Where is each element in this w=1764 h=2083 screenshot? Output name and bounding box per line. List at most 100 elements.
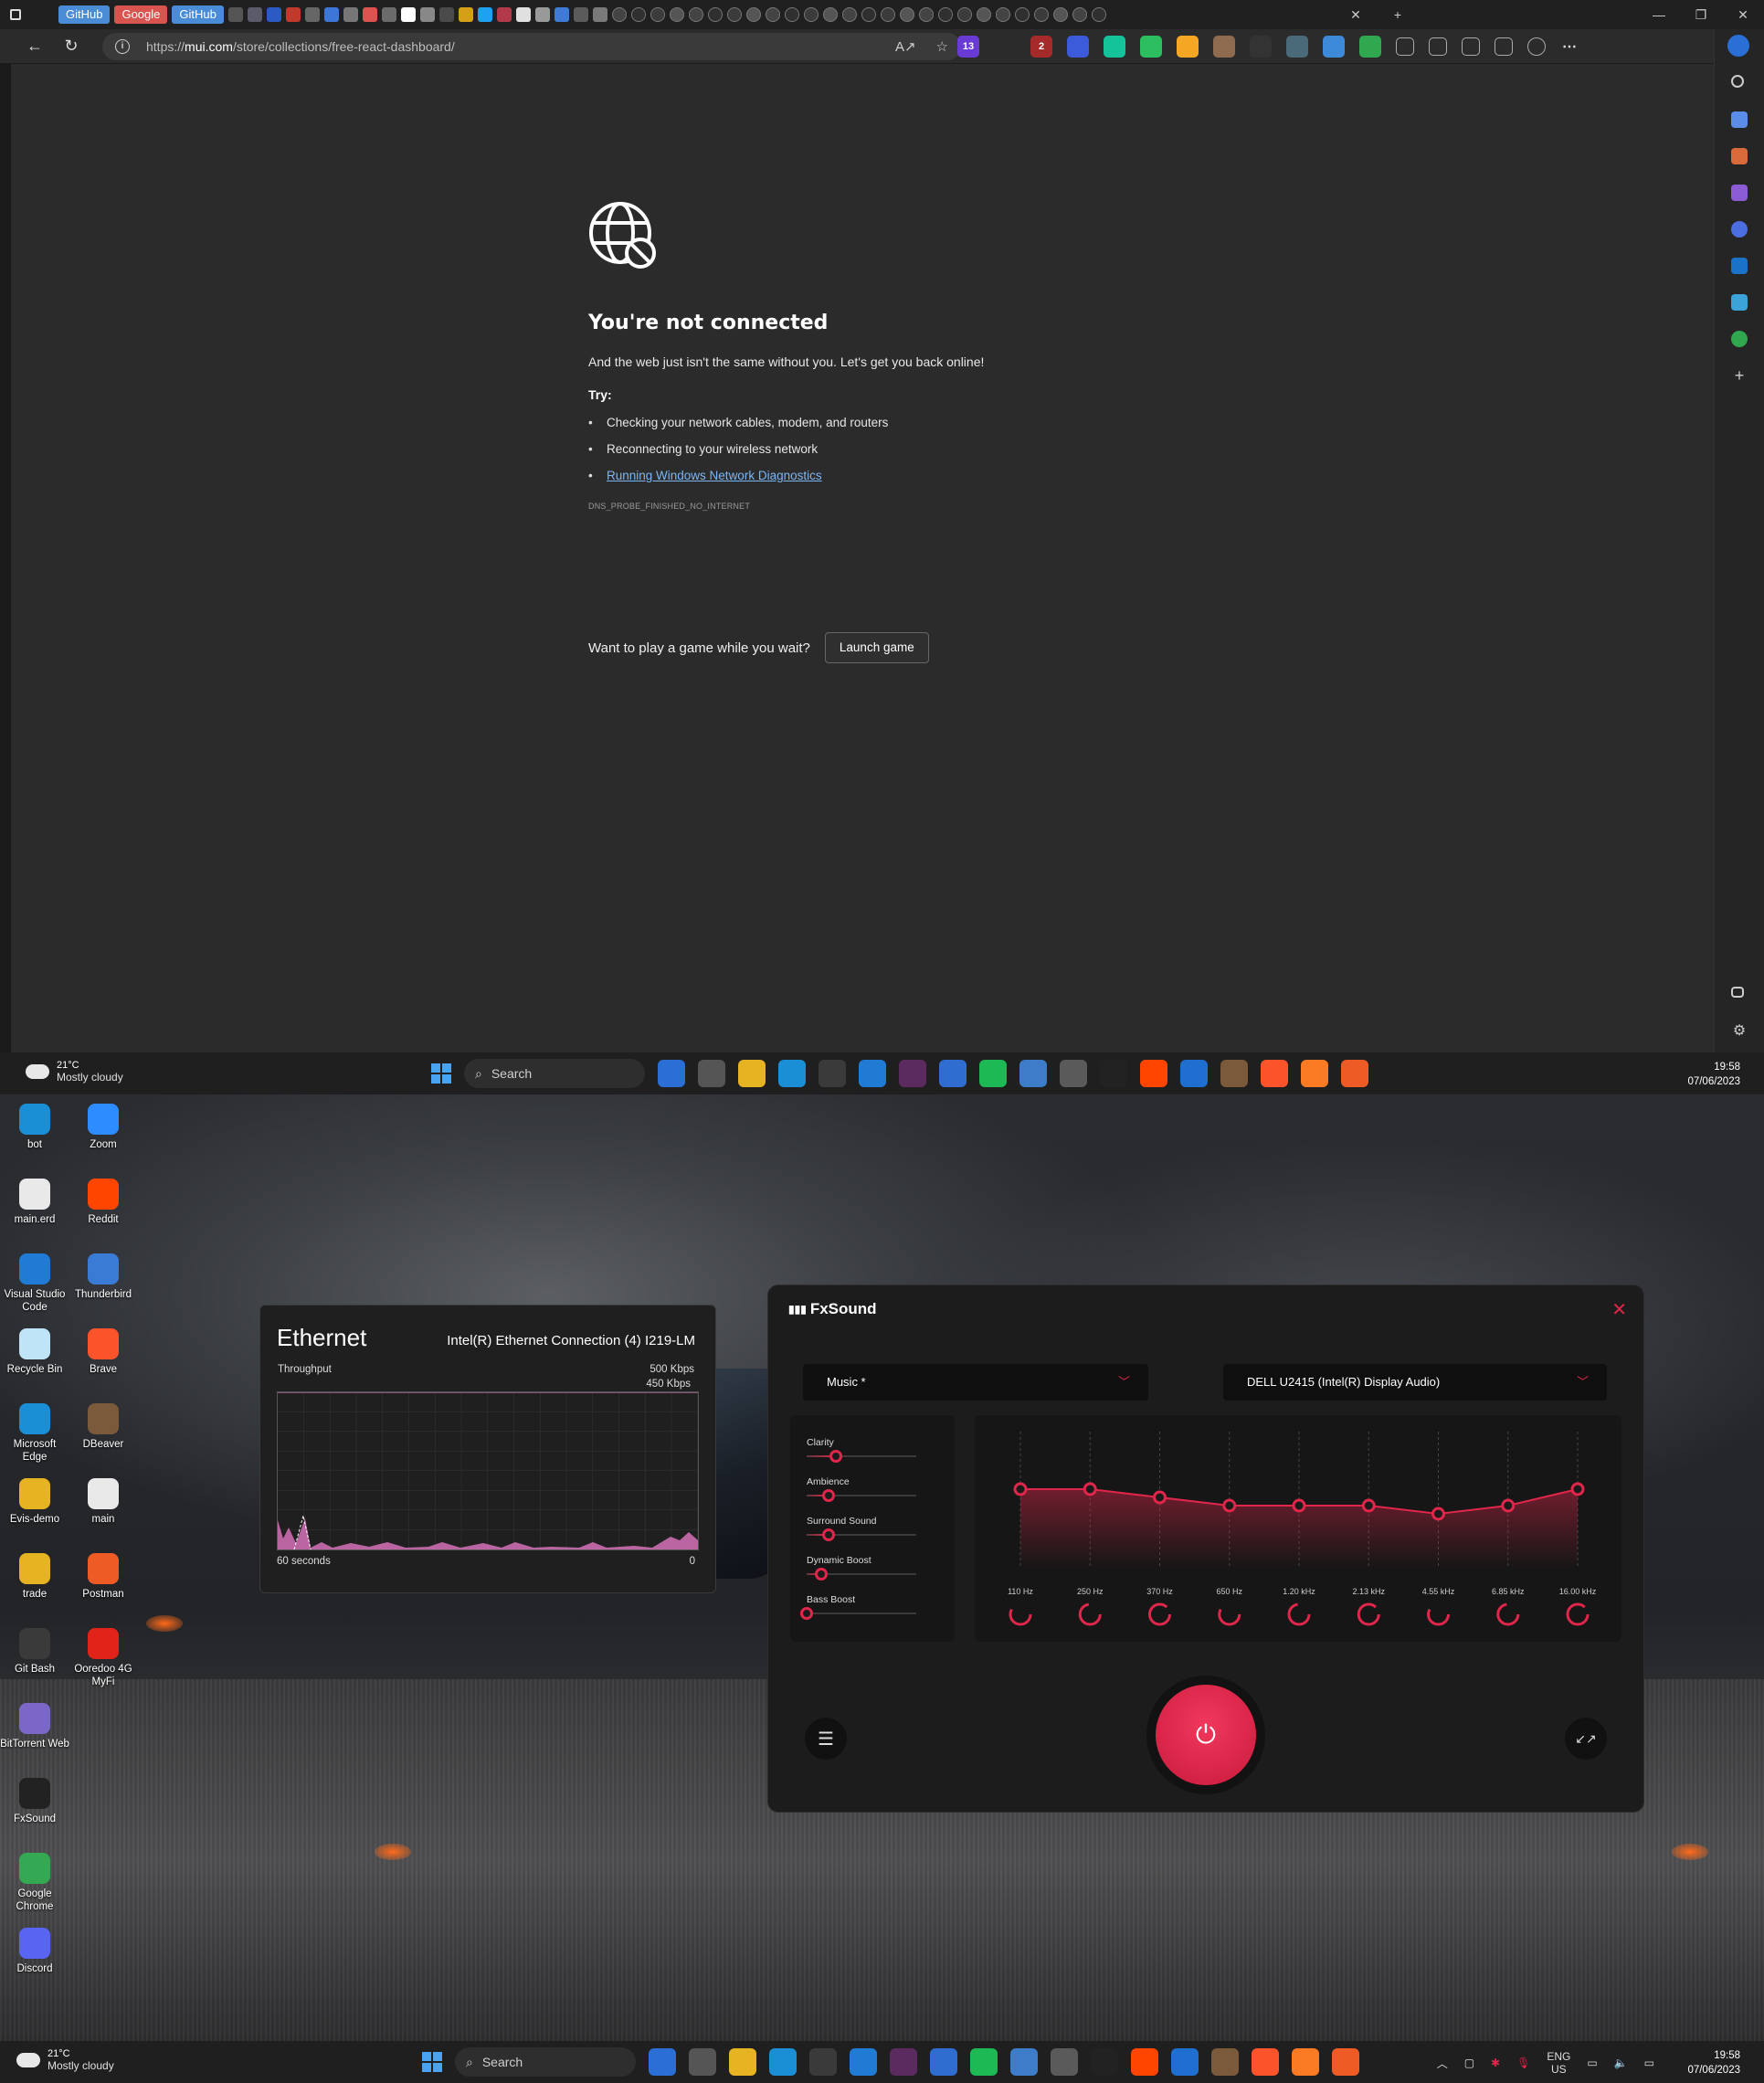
desktop-icon-bot[interactable]: bot xyxy=(0,1104,69,1151)
favorites-icon[interactable] xyxy=(1429,37,1447,56)
desktop-icon-postman[interactable]: Postman xyxy=(69,1553,138,1601)
tab-favicon-icon[interactable] xyxy=(438,7,454,22)
dbeaver-icon[interactable] xyxy=(1220,1060,1248,1087)
start-icon[interactable] xyxy=(431,1063,451,1084)
refresh-icon[interactable]: ↻ xyxy=(53,32,90,61)
xampp-icon[interactable] xyxy=(1292,2048,1319,2076)
microphone-icon[interactable]: 🎙 xyxy=(1516,2057,1530,2069)
github-tab-icon[interactable] xyxy=(707,7,723,22)
search-icon[interactable] xyxy=(1731,75,1744,88)
tree-icon[interactable] xyxy=(1731,331,1748,347)
tab-actions-button[interactable] xyxy=(0,0,31,29)
clock[interactable]: 19:58 07/06/2023 xyxy=(1687,1060,1740,1089)
slack-icon[interactable] xyxy=(890,2048,917,2076)
fxsound-icon[interactable] xyxy=(1100,1060,1127,1087)
eq-band-knob[interactable] xyxy=(1148,1602,1171,1626)
desktop-icon-recycle-bin[interactable]: Recycle Bin xyxy=(0,1328,69,1376)
brave-icon[interactable] xyxy=(1261,1060,1288,1087)
github-tab-icon[interactable] xyxy=(822,7,838,22)
slack-icon[interactable] xyxy=(899,1060,926,1087)
power-button[interactable]: ⏻ xyxy=(1156,1685,1256,1785)
start-icon[interactable] xyxy=(422,2052,442,2072)
x-extension-icon[interactable] xyxy=(994,36,1016,58)
github-tab-icon[interactable] xyxy=(1052,7,1068,22)
github-tab-icon[interactable] xyxy=(803,7,819,22)
settings-icon[interactable] xyxy=(1060,1060,1087,1087)
sidebar-settings-icon[interactable]: ⚙ xyxy=(1731,1023,1748,1040)
grammarly-icon[interactable] xyxy=(1104,36,1125,58)
vscode-icon[interactable] xyxy=(850,2048,877,2076)
github-tab-icon[interactable] xyxy=(937,7,953,22)
onedrive-icon[interactable] xyxy=(1180,1060,1208,1087)
photos-icon[interactable] xyxy=(1019,1060,1047,1087)
url-field[interactable]: i https://mui.com/store/collections/free… xyxy=(102,33,961,60)
more-menu-icon[interactable]: ⋯ xyxy=(1560,37,1579,56)
github-tab-icon[interactable] xyxy=(918,7,934,22)
tab-favicon-icon[interactable] xyxy=(515,7,531,22)
eq-band-handle[interactable] xyxy=(1501,1498,1516,1513)
onedrive-icon[interactable] xyxy=(1171,2048,1199,2076)
desktop-icon-brave[interactable]: Brave xyxy=(69,1328,138,1376)
eq-band-handle[interactable] xyxy=(1570,1482,1585,1496)
github-tab-icon[interactable] xyxy=(745,7,761,22)
eq-band-knob[interactable] xyxy=(1009,1602,1032,1626)
tab-favicon-icon[interactable] xyxy=(496,7,512,22)
desktop-icon-reddit[interactable]: Reddit xyxy=(69,1179,138,1226)
desktop-icon-zoom[interactable]: Zoom xyxy=(69,1104,138,1151)
edge-icon[interactable] xyxy=(778,1060,806,1087)
eq-band-handle[interactable] xyxy=(1153,1490,1167,1505)
github-tab-icon[interactable] xyxy=(650,7,665,22)
tab-favicon-icon[interactable] xyxy=(592,7,607,22)
tab-favicon-icon[interactable] xyxy=(573,7,588,22)
minimize-icon[interactable]: — xyxy=(1638,0,1680,29)
eq-band-handle[interactable] xyxy=(1083,1482,1097,1496)
pen-extension-icon[interactable] xyxy=(1286,36,1308,58)
copilot-icon[interactable] xyxy=(649,2048,676,2076)
clock[interactable]: 19:58 07/06/2023 xyxy=(1687,2048,1740,2078)
bing-copilot-icon[interactable] xyxy=(1727,35,1749,57)
tab-favicon-icon[interactable] xyxy=(554,7,569,22)
eq-band-handle[interactable] xyxy=(1361,1498,1376,1513)
file-explorer-icon[interactable] xyxy=(738,1060,766,1087)
network-diagnostics-link[interactable]: Running Windows Network Diagnostics xyxy=(607,469,822,482)
postman-icon[interactable] xyxy=(1332,2048,1359,2076)
effect-slider-dynamic-boost[interactable]: Dynamic Boost xyxy=(807,1555,916,1581)
ublock-icon[interactable]: 2 xyxy=(1030,36,1052,58)
restore-icon[interactable]: ❐ xyxy=(1680,0,1722,29)
avatar-extension-icon[interactable] xyxy=(1213,36,1235,58)
menu-button[interactable]: ☰ xyxy=(805,1718,847,1760)
eq-band-knob[interactable] xyxy=(1496,1602,1520,1626)
minimize-view-button[interactable]: ↙↗ xyxy=(1565,1718,1607,1760)
tab-favicon-icon[interactable] xyxy=(323,7,339,22)
network-icon[interactable]: ▭ xyxy=(1587,2057,1597,2069)
effect-slider-bass-boost[interactable]: Bass Boost xyxy=(800,1594,916,1620)
tab-favicon-icon[interactable] xyxy=(477,7,492,22)
copilot-icon[interactable] xyxy=(658,1060,685,1087)
github-tab-icon[interactable] xyxy=(726,7,742,22)
github-tab-icon[interactable] xyxy=(899,7,914,22)
taskbar-search[interactable]: ⌕ Search xyxy=(464,1059,645,1088)
chevron-up-icon[interactable]: ︿ xyxy=(1437,2056,1448,2071)
desktop-icon-main-erd[interactable]: main.erd xyxy=(0,1179,69,1226)
desktop-icon-visual-studio-code[interactable]: Visual Studio Code xyxy=(0,1253,69,1314)
app-store-icon[interactable] xyxy=(939,1060,967,1087)
fxsound-icon[interactable] xyxy=(1091,2048,1118,2076)
edge-icon[interactable] xyxy=(769,2048,797,2076)
eq-band-knob[interactable] xyxy=(1078,1602,1102,1626)
github-tab-icon[interactable] xyxy=(841,7,857,22)
github-tab-icon[interactable] xyxy=(1091,7,1106,22)
github-tab-icon[interactable] xyxy=(861,7,876,22)
close-window-icon[interactable]: ✕ xyxy=(1722,0,1764,29)
tab-favicon-icon[interactable] xyxy=(343,7,358,22)
tab-favicon-icon[interactable] xyxy=(247,7,262,22)
eq-band-handle[interactable] xyxy=(1431,1507,1445,1521)
back-icon[interactable]: ← xyxy=(16,32,53,61)
hide-sidebar-icon[interactable] xyxy=(1731,987,1744,998)
battery-icon[interactable]: ▭ xyxy=(1644,2057,1654,2069)
collections-icon[interactable] xyxy=(1462,37,1480,56)
slider-knob[interactable] xyxy=(814,1568,828,1581)
terminal-icon[interactable] xyxy=(819,1060,846,1087)
m365-icon[interactable] xyxy=(1731,221,1748,238)
eq-band-knob[interactable] xyxy=(1566,1602,1590,1626)
brave-icon[interactable] xyxy=(1252,2048,1279,2076)
